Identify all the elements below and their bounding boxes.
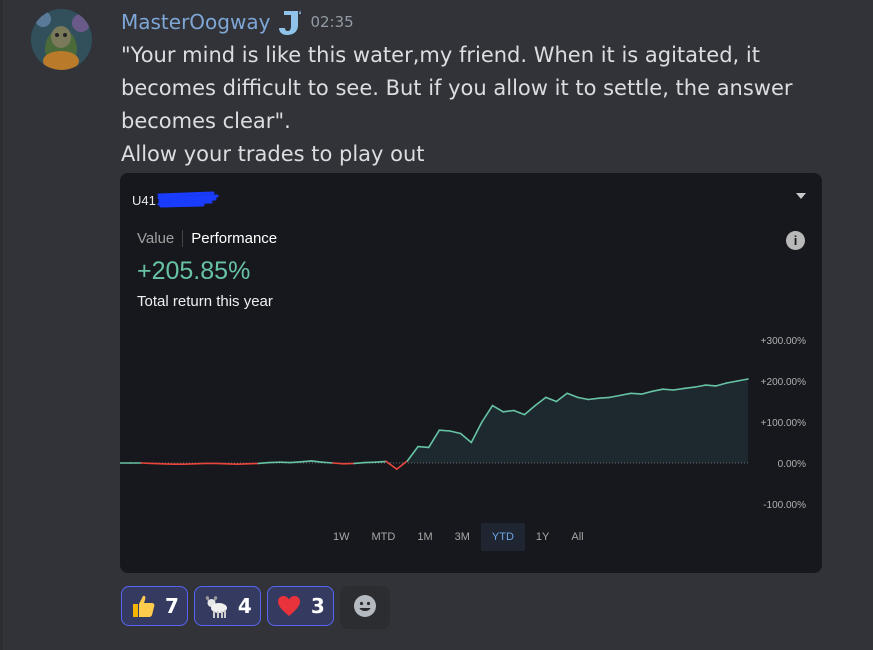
account-selector[interactable]: U41 xyxy=(132,189,219,211)
message-header: MasterOogway 02:35 xyxy=(121,7,354,37)
reactions-bar: 7 4 3 xyxy=(121,586,390,629)
thumbs-up-icon xyxy=(130,593,156,619)
channel-edge xyxy=(0,0,3,650)
series-line-segment xyxy=(417,445,430,449)
tab-performance[interactable]: Performance xyxy=(183,230,277,247)
series-line-segment xyxy=(353,461,366,465)
range-selector: 1W MTD 1M 3M YTD 1Y All xyxy=(322,523,595,551)
series-line-segment xyxy=(289,461,302,464)
message-line: Allow your trades to play out xyxy=(121,142,425,166)
add-reaction-button[interactable] xyxy=(339,586,390,629)
reaction-thumbs-up[interactable]: 7 xyxy=(121,586,188,626)
series-line-segment xyxy=(374,460,387,463)
series-line-segment xyxy=(630,392,643,395)
range-1w[interactable]: 1W xyxy=(322,523,361,551)
avatar[interactable] xyxy=(31,9,92,70)
portfolio-embed: U41 Value Performance i +205.85% Total r… xyxy=(120,173,822,573)
range-mtd[interactable]: MTD xyxy=(361,523,407,551)
chevron-down-icon[interactable] xyxy=(796,193,806,199)
performance-value: +205.85% xyxy=(137,257,251,285)
username[interactable]: MasterOogway xyxy=(121,10,270,34)
y-tick-label: -100.00% xyxy=(763,500,806,511)
reaction-heart[interactable]: 3 xyxy=(266,586,334,626)
performance-caption: Total return this year xyxy=(137,293,273,310)
y-tick-label: 0.00% xyxy=(778,459,806,470)
range-ytd[interactable]: YTD xyxy=(480,523,525,551)
series-line-segment xyxy=(321,461,334,464)
reaction-count: 3 xyxy=(310,594,325,618)
smiley-icon xyxy=(352,593,378,623)
series-line-segment xyxy=(300,460,313,463)
y-tick-label: +300.00% xyxy=(761,336,806,347)
reaction-goat[interactable]: 4 xyxy=(193,586,261,626)
reaction-count: 7 xyxy=(165,594,179,618)
performance-chart: +300.00% +200.00% +100.00% 0.00% -100.00% xyxy=(120,336,806,511)
tab-value[interactable]: Value xyxy=(137,230,184,247)
range-all[interactable]: All xyxy=(560,523,594,551)
series-line-segment xyxy=(257,461,270,465)
info-icon[interactable]: i xyxy=(786,231,805,250)
range-1y[interactable]: 1Y xyxy=(525,523,560,551)
reaction-count: 4 xyxy=(237,594,252,618)
timestamp: 02:35 xyxy=(310,13,354,31)
series-line-segment xyxy=(598,396,611,399)
message-quote: "Your mind is like this water,my friend.… xyxy=(121,43,793,133)
message-content: "Your mind is like this water,my friend.… xyxy=(121,39,841,171)
series-line-segment xyxy=(332,462,345,465)
goat-icon xyxy=(203,593,229,619)
y-tick-label: +200.00% xyxy=(761,377,806,388)
role-badge-icon[interactable] xyxy=(276,8,302,36)
range-1m[interactable]: 1M xyxy=(406,523,443,551)
view-tabs: Value Performance xyxy=(137,230,277,247)
series-line-segment xyxy=(661,388,675,391)
account-id: U41 xyxy=(132,192,156,208)
range-3m[interactable]: 3M xyxy=(444,523,481,551)
y-tick-label: +100.00% xyxy=(761,418,806,429)
series-line-segment xyxy=(704,384,717,387)
heart-icon xyxy=(276,593,302,619)
redaction-scribble xyxy=(157,191,219,208)
series-line-segment xyxy=(438,429,451,432)
